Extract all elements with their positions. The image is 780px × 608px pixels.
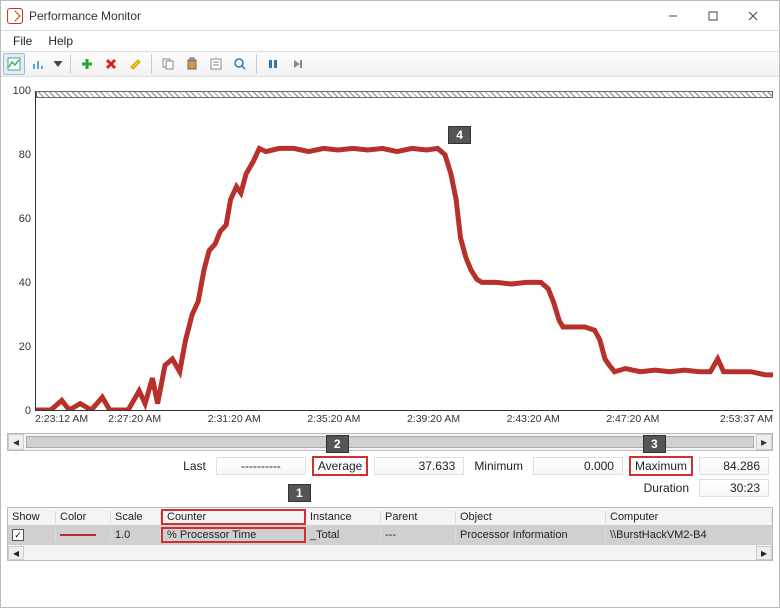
- window-title: Performance Monitor: [29, 9, 141, 23]
- y-axis: 020406080100: [7, 81, 35, 431]
- minimum-value: 0.000: [533, 457, 623, 475]
- color-swatch: [60, 534, 96, 536]
- cell-computer: \\BurstHackVM2-B4: [606, 529, 772, 541]
- scroll-left-icon[interactable]: ◂: [8, 434, 24, 450]
- last-label: Last: [179, 458, 210, 474]
- properties-button[interactable]: [205, 53, 227, 75]
- scroll-right-icon[interactable]: ▸: [756, 434, 772, 450]
- callout-3: 3: [643, 435, 666, 453]
- close-button[interactable]: [733, 2, 773, 30]
- app-icon: [7, 8, 23, 24]
- col-color[interactable]: Color: [56, 511, 111, 523]
- remove-counter-button[interactable]: [100, 53, 122, 75]
- toolbar: [1, 51, 779, 77]
- callout-2: 2: [326, 435, 349, 453]
- col-object[interactable]: Object: [456, 511, 606, 523]
- highlight-button[interactable]: [124, 53, 146, 75]
- cell-object: Processor Information: [456, 529, 606, 541]
- col-parent[interactable]: Parent: [381, 511, 456, 523]
- update-button[interactable]: [286, 53, 308, 75]
- maximize-button[interactable]: [693, 2, 733, 30]
- copy-button[interactable]: [157, 53, 179, 75]
- maximum-value: 84.286: [699, 457, 769, 475]
- cell-instance: _Total: [306, 529, 381, 541]
- col-instance[interactable]: Instance: [306, 511, 381, 523]
- menu-file[interactable]: File: [5, 32, 40, 50]
- grid-row[interactable]: ✓ 1.0 % Processor Time _Total --- Proces…: [8, 526, 772, 544]
- last-value: ----------: [216, 457, 306, 475]
- menubar: File Help: [1, 31, 779, 51]
- col-counter[interactable]: Counter: [161, 509, 306, 525]
- grid-scrollbar[interactable]: ◂ ▸: [8, 544, 772, 560]
- maximum-label: Maximum: [629, 456, 693, 476]
- chart-area: 020406080100 4 2:23:12 AM2:27:20 AM2:31:…: [7, 81, 773, 431]
- duration-value: 30:23: [699, 479, 769, 497]
- col-computer[interactable]: Computer: [606, 511, 772, 523]
- view-chart-button[interactable]: [3, 53, 25, 75]
- add-counter-button[interactable]: [76, 53, 98, 75]
- cell-color: [56, 529, 111, 541]
- callout-4: 4: [448, 126, 471, 144]
- titlebar: Performance Monitor: [1, 1, 779, 31]
- minimize-button[interactable]: [653, 2, 693, 30]
- show-checkbox[interactable]: ✓: [12, 529, 24, 541]
- cell-counter: % Processor Time: [161, 527, 306, 543]
- callout-1: 1: [288, 484, 311, 502]
- freeze-button[interactable]: [262, 53, 284, 75]
- grid-header: Show Color Scale Counter Instance Parent…: [8, 508, 772, 526]
- chart-line: [36, 91, 773, 410]
- zoom-button[interactable]: [229, 53, 251, 75]
- col-show[interactable]: Show: [8, 511, 56, 523]
- paste-button[interactable]: [181, 53, 203, 75]
- cell-scale: 1.0: [111, 529, 161, 541]
- grid-scroll-right-icon[interactable]: ▸: [756, 546, 772, 560]
- menu-help[interactable]: Help: [40, 32, 81, 50]
- average-value: 37.633: [374, 457, 464, 475]
- cell-parent: ---: [381, 529, 456, 541]
- chart-plot[interactable]: [35, 91, 773, 411]
- minimum-label: Minimum: [470, 458, 527, 474]
- counter-grid: 1 Show Color Scale Counter Instance Pare…: [7, 507, 773, 561]
- x-axis: 2:23:12 AM2:27:20 AM2:31:20 AM2:35:20 AM…: [35, 413, 773, 431]
- view-histogram-button[interactable]: [27, 53, 49, 75]
- app-window: Performance Monitor File Help: [0, 0, 780, 608]
- grid-scroll-left-icon[interactable]: ◂: [8, 546, 24, 560]
- duration-label: Duration: [640, 480, 693, 496]
- content-area: 020406080100 4 2:23:12 AM2:27:20 AM2:31:…: [1, 77, 779, 607]
- view-dropdown-button[interactable]: [51, 53, 65, 75]
- average-label: Average: [312, 456, 368, 476]
- stats-area: Last ---------- 2 Average 37.633 Minimum…: [7, 457, 773, 497]
- col-scale[interactable]: Scale: [111, 511, 161, 523]
- cell-show[interactable]: ✓: [8, 529, 56, 542]
